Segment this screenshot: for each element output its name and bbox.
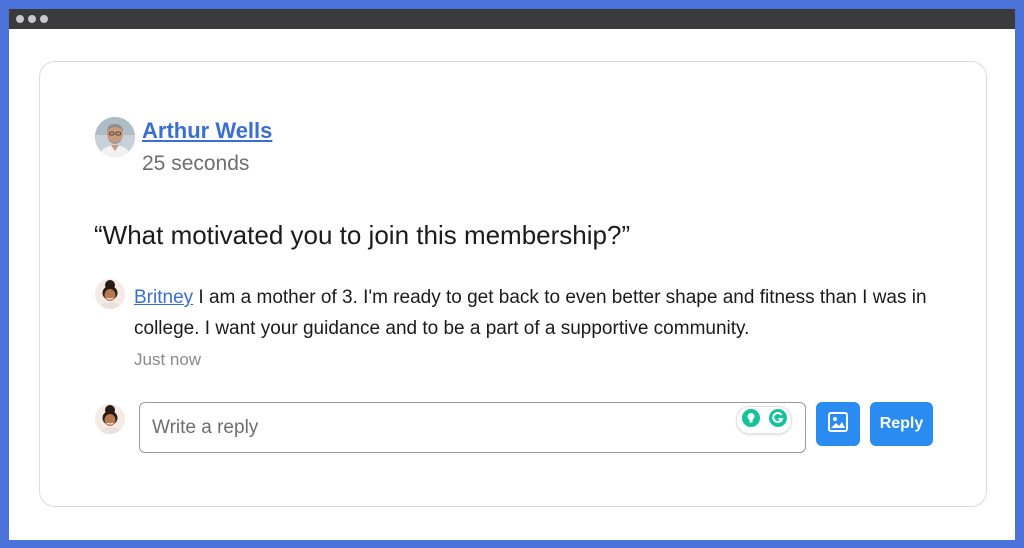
post-timestamp: 25 seconds bbox=[142, 152, 250, 175]
image-icon bbox=[827, 411, 849, 438]
reply-button[interactable]: Reply bbox=[870, 402, 933, 446]
window-control-dot[interactable] bbox=[16, 15, 24, 23]
author-name-link[interactable]: Arthur Wells bbox=[142, 118, 272, 144]
commenter-avatar[interactable] bbox=[95, 279, 125, 309]
comment-text: I am a mother of 3. I'm ready to get bac… bbox=[134, 287, 927, 339]
author-avatar[interactable] bbox=[95, 117, 135, 157]
reply-input[interactable] bbox=[139, 402, 806, 453]
attach-image-button[interactable] bbox=[816, 402, 860, 446]
window-control-dot[interactable] bbox=[40, 15, 48, 23]
post-card: Arthur Wells 25 seconds “What motivated … bbox=[39, 61, 987, 507]
comment-timestamp: Just now bbox=[134, 350, 202, 369]
grammarly-extension[interactable] bbox=[736, 406, 792, 434]
current-user-avatar bbox=[95, 404, 125, 434]
title-bar bbox=[9, 9, 1015, 29]
window-control-dot[interactable] bbox=[28, 15, 36, 23]
browser-window: Arthur Wells 25 seconds “What motivated … bbox=[9, 9, 1015, 540]
lightbulb-icon[interactable] bbox=[741, 408, 761, 433]
post-question: “What motivated you to join this members… bbox=[94, 220, 631, 250]
commenter-name-link[interactable]: Britney bbox=[134, 287, 193, 308]
comment-body: Britney I am a mother of 3. I'm ready to… bbox=[134, 282, 944, 344]
grammarly-icon[interactable] bbox=[768, 408, 788, 433]
